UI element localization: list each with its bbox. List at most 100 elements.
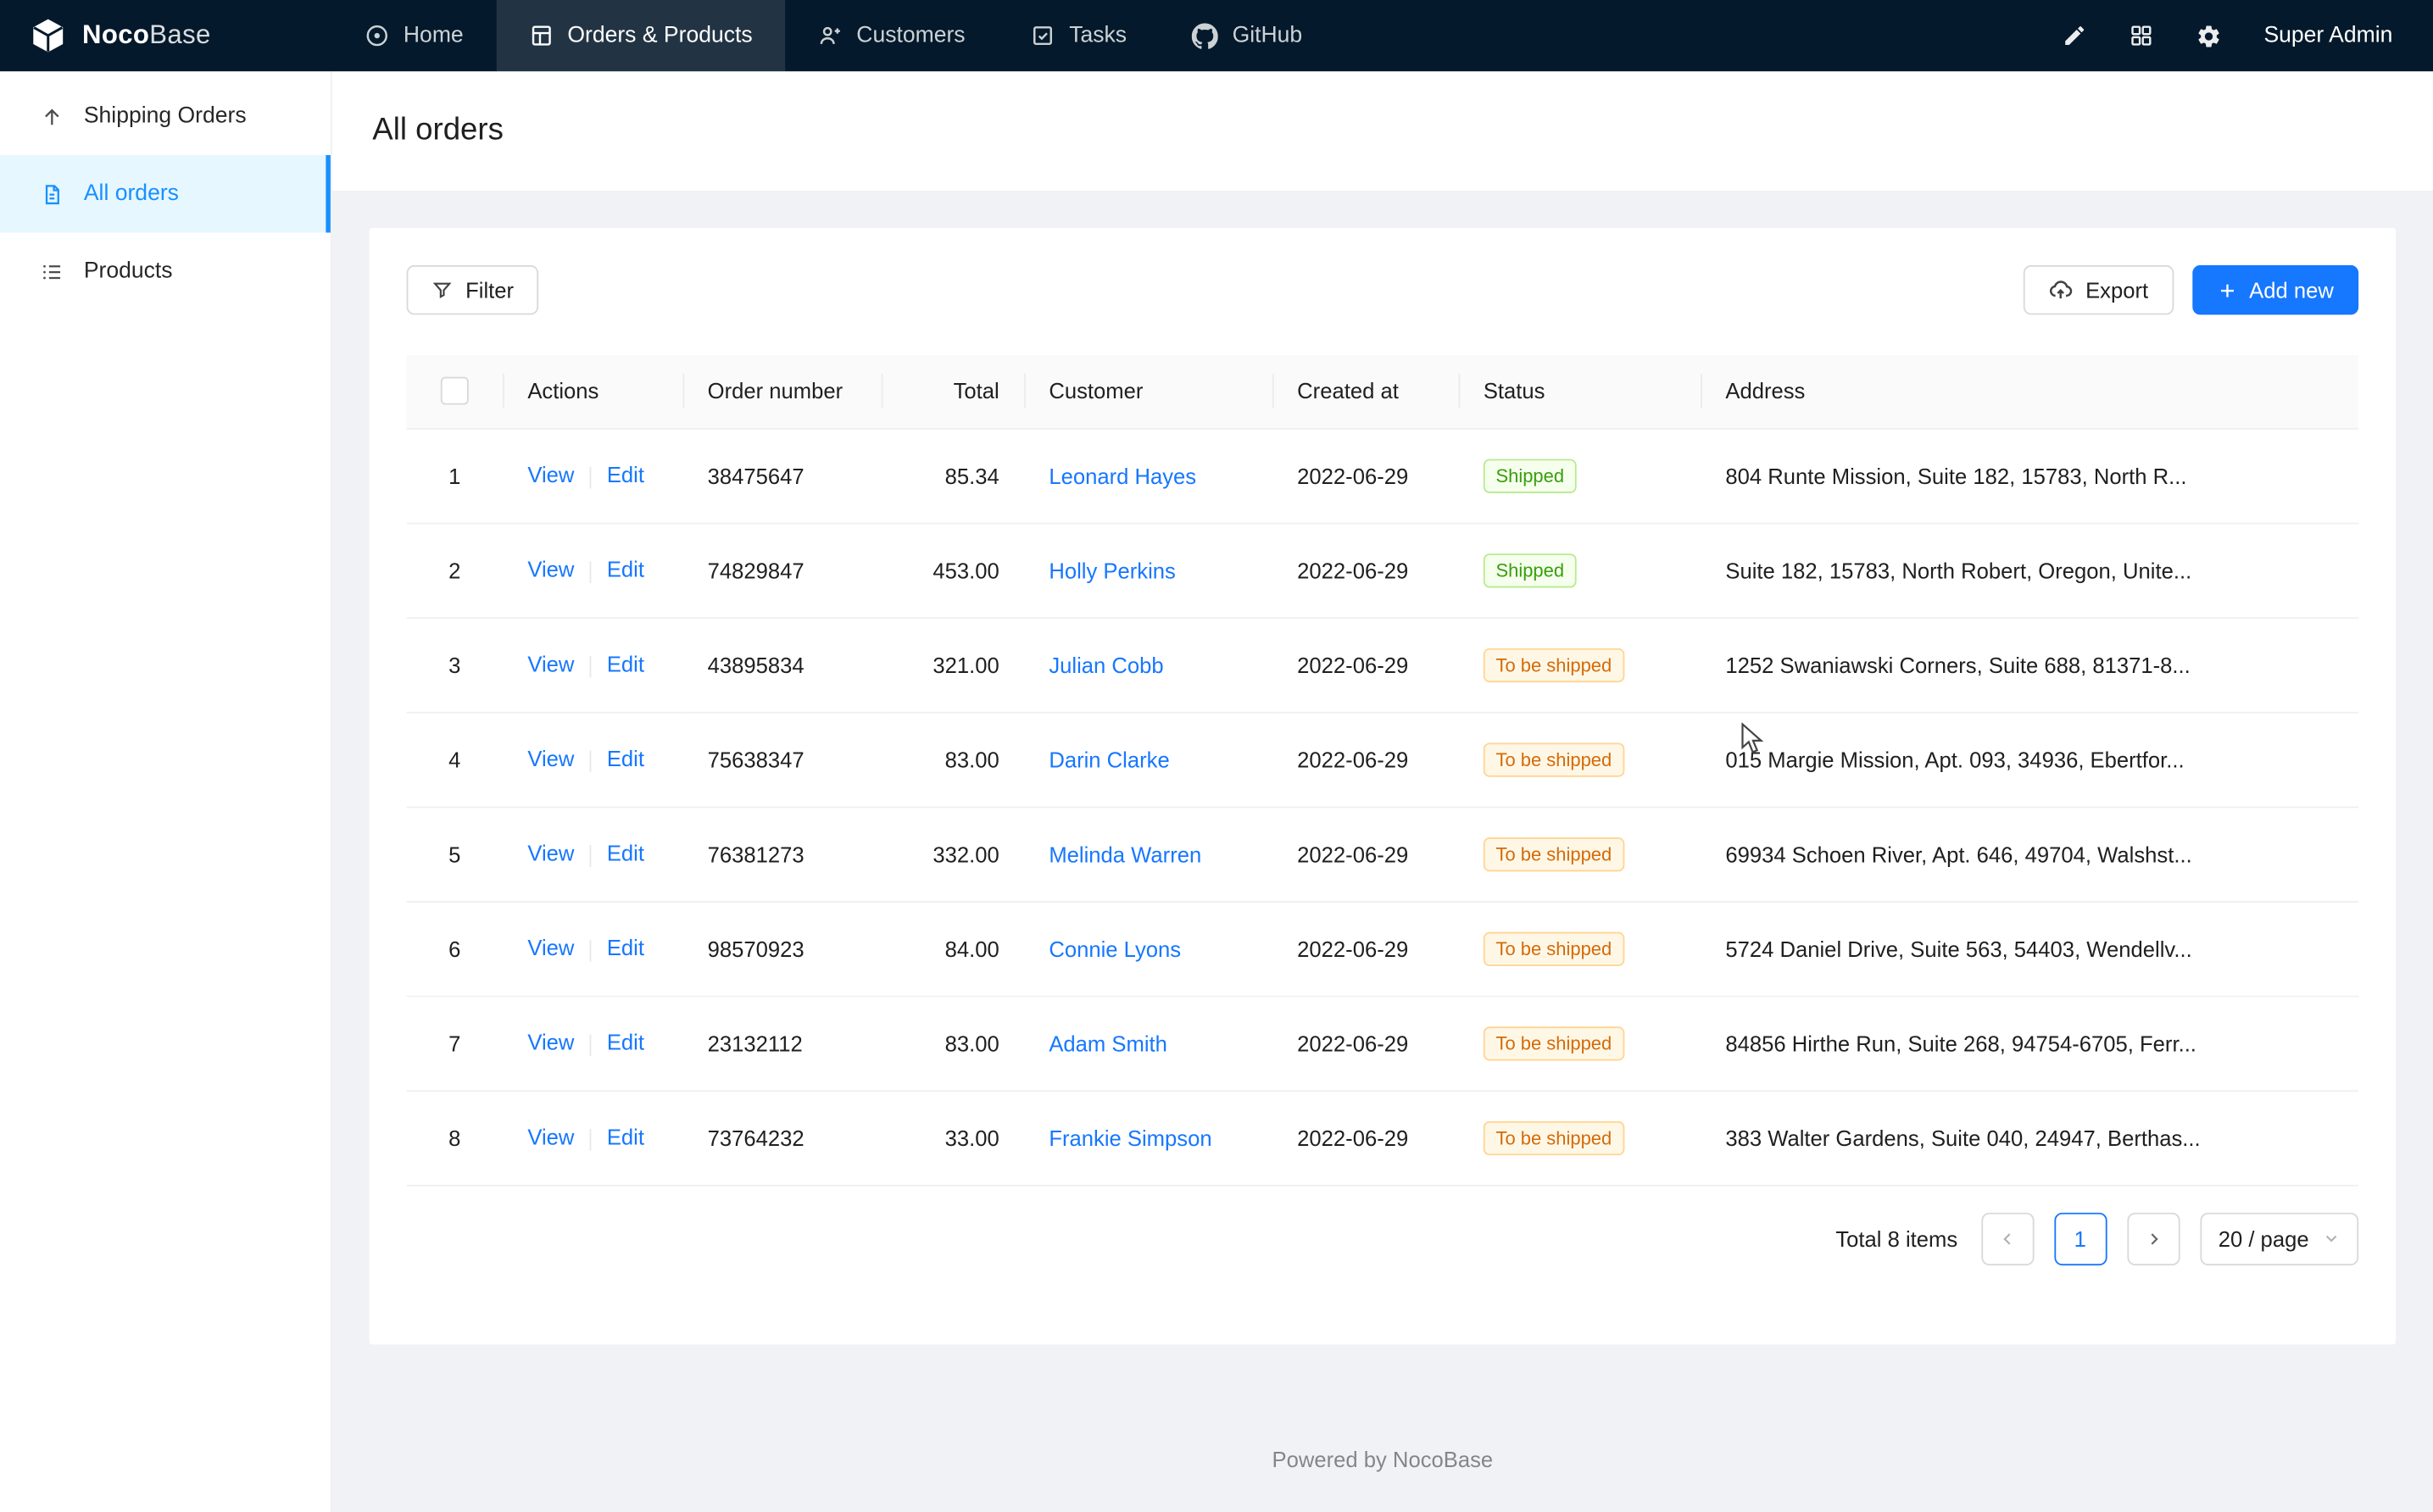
ui-editor-pen-icon[interactable]: [2062, 23, 2086, 47]
actions-cell: View Edit: [503, 806, 682, 901]
add-new-button[interactable]: Add new: [2191, 265, 2358, 315]
pagination-next-button[interactable]: [2127, 1212, 2180, 1265]
orders-card: Filter Export Add: [370, 228, 2396, 1344]
cloud-upload-icon: [2048, 278, 2073, 303]
customer-cell: Leonard Hayes: [1024, 428, 1272, 523]
customer-link[interactable]: Adam Smith: [1049, 1031, 1167, 1055]
sidebar-item-shipping-orders[interactable]: Shipping Orders: [0, 77, 331, 154]
edit-link[interactable]: Edit: [607, 1125, 644, 1149]
customer-cell: Julian Cobb: [1024, 617, 1272, 712]
created-at-cell: 2022-06-29: [1272, 428, 1459, 523]
sidebar-item-label: All orders: [84, 181, 179, 206]
table-row: 5 ViewEdit 76381273 332.00 Melinda Warre…: [407, 806, 2359, 901]
order-number-cell: 73764232: [682, 1090, 881, 1185]
chevron-right-icon: [2144, 1229, 2163, 1248]
column-header-actions: Actions: [503, 355, 682, 428]
customer-link[interactable]: Frankie Simpson: [1049, 1125, 1211, 1149]
customer-link[interactable]: Julian Cobb: [1049, 652, 1163, 676]
edit-link[interactable]: Edit: [607, 936, 644, 960]
plus-icon: [2217, 280, 2237, 300]
customer-cell: Frankie Simpson: [1024, 1090, 1272, 1185]
view-link[interactable]: View: [527, 652, 574, 676]
sidebar-item-label: Products: [84, 259, 173, 284]
export-button[interactable]: Export: [2024, 265, 2174, 315]
sidebar-item-products[interactable]: Products: [0, 232, 331, 309]
nav-item-label: Home: [404, 23, 464, 47]
column-header-order-number: Order number: [682, 355, 881, 428]
home-icon: [365, 23, 389, 47]
created-at-cell: 2022-06-29: [1272, 1090, 1459, 1185]
status-badge: To be shipped: [1484, 742, 1624, 776]
view-link[interactable]: View: [527, 558, 574, 582]
pagination-prev-button[interactable]: [1981, 1212, 2034, 1265]
address-cell: 383 Walter Gardens, Suite 040, 24947, Be…: [1701, 1090, 2358, 1185]
customer-link[interactable]: Leonard Hayes: [1049, 463, 1196, 487]
app: NocoBase Home Orders & Products Customer…: [0, 0, 2433, 1512]
status-cell: To be shipped: [1459, 996, 1701, 1091]
nav-item-orders-products[interactable]: Orders & Products: [496, 0, 785, 71]
plugin-blocks-icon[interactable]: [2129, 23, 2153, 47]
view-link[interactable]: View: [527, 1125, 574, 1149]
order-number-cell: 43895834: [682, 617, 881, 712]
select-all-checkbox[interactable]: [441, 377, 469, 405]
edit-link[interactable]: Edit: [607, 747, 644, 771]
view-link[interactable]: View: [527, 1031, 574, 1055]
nav-item-tasks[interactable]: Tasks: [998, 0, 1160, 71]
action-divider: [590, 466, 592, 488]
row-index: 5: [407, 806, 503, 901]
pagination-page-1[interactable]: 1: [2054, 1212, 2107, 1265]
total-cell: 332.00: [882, 806, 1024, 901]
page-size-select[interactable]: 20 / page: [2200, 1212, 2358, 1265]
edit-link[interactable]: Edit: [607, 463, 644, 487]
edit-link[interactable]: Edit: [607, 558, 644, 582]
content: Filter Export Add: [332, 191, 2433, 1471]
status-badge: Shipped: [1484, 553, 1577, 586]
main-nav: Home Orders & Products Customers Tasks: [332, 0, 1335, 71]
total-cell: 453.00: [882, 523, 1024, 618]
nav-item-home[interactable]: Home: [332, 0, 496, 71]
status-badge: To be shipped: [1484, 1120, 1624, 1154]
row-index: 2: [407, 523, 503, 618]
filter-button[interactable]: Filter: [407, 265, 539, 315]
powered-by: Powered by NocoBase: [370, 1447, 2396, 1471]
user-menu[interactable]: Super Admin: [2263, 23, 2392, 47]
edit-link[interactable]: Edit: [607, 1031, 644, 1055]
total-cell: 85.34: [882, 428, 1024, 523]
customers-icon: [818, 23, 843, 47]
edit-link[interactable]: Edit: [607, 841, 644, 865]
actions-cell: View Edit: [503, 901, 682, 996]
order-number-cell: 75638347: [682, 712, 881, 807]
sidebar-item-all-orders[interactable]: All orders: [0, 155, 331, 232]
customer-link[interactable]: Darin Clarke: [1049, 747, 1169, 771]
brand-name: NocoBase: [82, 20, 211, 52]
chevron-left-icon: [1998, 1229, 2017, 1248]
settings-gear-icon[interactable]: [2196, 23, 2222, 49]
actions-cell: View Edit: [503, 617, 682, 712]
view-link[interactable]: View: [527, 936, 574, 960]
row-index: 8: [407, 1090, 503, 1185]
status-cell: Shipped: [1459, 428, 1701, 523]
view-link[interactable]: View: [527, 463, 574, 487]
column-header-select: [407, 355, 503, 428]
tasks-icon: [1030, 23, 1055, 47]
created-at-cell: 2022-06-29: [1272, 806, 1459, 901]
customer-link[interactable]: Holly Perkins: [1049, 558, 1176, 582]
sidebar: Shipping Orders All orders Products: [0, 71, 332, 1512]
order-number-cell: 74829847: [682, 523, 881, 618]
view-link[interactable]: View: [527, 747, 574, 771]
customer-link[interactable]: Connie Lyons: [1049, 936, 1181, 960]
export-label: Export: [2085, 278, 2148, 303]
customer-link[interactable]: Melinda Warren: [1049, 842, 1201, 866]
customer-cell: Adam Smith: [1024, 996, 1272, 1091]
row-index: 4: [407, 712, 503, 807]
nav-item-github[interactable]: GitHub: [1160, 0, 1335, 71]
nav-item-customers[interactable]: Customers: [785, 0, 998, 71]
brand[interactable]: NocoBase: [0, 0, 332, 71]
action-divider: [590, 1034, 592, 1056]
table-row: 3 ViewEdit 43895834 321.00 Julian Cobb 2…: [407, 617, 2359, 712]
orders-table: Actions Order number Total Customer Crea…: [407, 355, 2359, 1186]
toolbar: Filter Export Add: [407, 265, 2359, 315]
view-link[interactable]: View: [527, 841, 574, 865]
actions-cell: View Edit: [503, 523, 682, 618]
edit-link[interactable]: Edit: [607, 652, 644, 676]
